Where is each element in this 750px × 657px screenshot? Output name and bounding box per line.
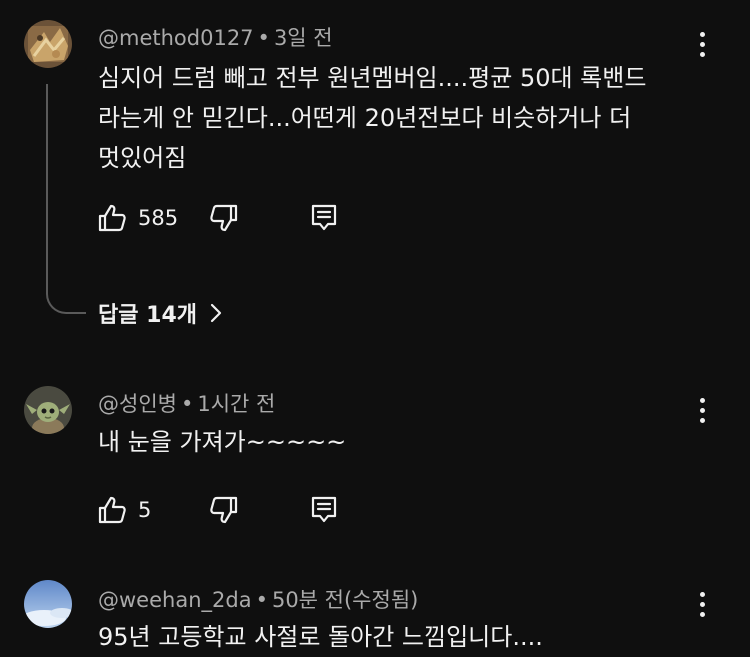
comment-time[interactable]: 1시간 전	[197, 392, 275, 416]
avatar[interactable]	[24, 386, 72, 434]
reply-comment-icon	[311, 204, 337, 231]
comment-time[interactable]: 3일 전	[274, 26, 333, 50]
separator-dot: •	[257, 26, 270, 50]
comment-line: 95년 고등학교 사절로 돌아간 느낌입니다....	[98, 623, 543, 651]
more-vertical-icon[interactable]	[690, 26, 714, 62]
comment-meta: @weehan_2da • 50분 전(수정됨)	[98, 584, 418, 614]
comment-text: 내 눈을 가져가~~~~~	[98, 422, 698, 462]
thumbs-up-icon	[98, 204, 126, 232]
like-count: 5	[138, 498, 152, 522]
comment-actions: 5	[96, 490, 356, 530]
thumbs-down-icon	[210, 204, 238, 232]
reply-button[interactable]	[308, 198, 340, 238]
separator-dot: •	[255, 588, 268, 612]
thumbs-down-icon	[210, 496, 238, 524]
comment-line: 멋있어짐	[98, 144, 187, 172]
thread-line	[46, 84, 86, 314]
like-button[interactable]: 585	[96, 198, 178, 238]
comment-line: 내 눈을 가져가~~~~~	[98, 428, 347, 456]
comment-author[interactable]: @method0127	[98, 26, 254, 50]
comment-line: 심지어 드럼 빼고 전부 원년멤버임....평균 50대 록밴드	[98, 64, 647, 92]
avatar[interactable]	[24, 20, 72, 68]
dislike-button[interactable]	[208, 198, 240, 238]
dislike-button[interactable]	[208, 490, 240, 530]
reply-button[interactable]	[308, 490, 340, 530]
replies-label: 답글 14개	[98, 303, 197, 328]
chevron-right-icon	[210, 303, 222, 323]
separator-dot: •	[180, 392, 194, 416]
comment-author[interactable]: @성인병	[98, 392, 177, 416]
view-replies-button[interactable]: 답글 14개	[98, 297, 223, 329]
comment-meta: @성인병 • 1시간 전	[98, 388, 275, 418]
comment-line: 라는게 안 믿긴다...어떤게 20년전보다 비슷하거나 더	[98, 104, 632, 132]
comment-meta: @method0127 • 3일 전	[98, 22, 333, 52]
comment-author[interactable]: @weehan_2da	[98, 588, 252, 612]
comment-text: 95년 고등학교 사절로 돌아간 느낌입니다....	[98, 617, 698, 657]
like-button[interactable]: 5	[96, 490, 151, 530]
thumbs-up-icon	[98, 496, 126, 524]
avatar[interactable]	[24, 580, 72, 628]
comment-text: 심지어 드럼 빼고 전부 원년멤버임....평균 50대 록밴드 라는게 안 믿…	[98, 58, 698, 178]
like-count: 585	[138, 206, 179, 230]
comment-actions: 585	[96, 198, 356, 238]
comment-time[interactable]: 50분 전(수정됨)	[272, 588, 418, 612]
reply-comment-icon	[311, 496, 337, 523]
